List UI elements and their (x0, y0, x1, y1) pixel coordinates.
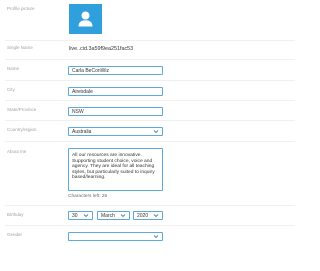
divider (5, 225, 295, 226)
birthday-year-value: 2020 (137, 213, 149, 219)
divider (5, 80, 295, 81)
divider (5, 205, 295, 206)
divider (5, 100, 295, 101)
state-input[interactable]: NSW (68, 107, 163, 116)
country-label: Country/region (7, 127, 37, 132)
about-textarea[interactable]: All our resources are innovative. Suppor… (68, 148, 163, 191)
profile-picture[interactable] (69, 4, 102, 34)
chevron-down-icon (153, 130, 159, 134)
city-input[interactable]: Airesdale (68, 87, 163, 96)
divider (5, 59, 295, 60)
chevron-down-icon (153, 214, 159, 218)
chevron-down-icon (83, 214, 89, 218)
birthday-month-value: March (101, 213, 115, 219)
divider (5, 40, 295, 41)
birthday-day-value: 30 (72, 213, 78, 219)
single-name-label: Single Name (7, 45, 33, 50)
birthday-month-select[interactable]: March (97, 211, 130, 220)
user-silhouette-icon (78, 11, 93, 27)
gender-select[interactable] (68, 232, 163, 241)
name-label: Name (7, 66, 20, 71)
characters-left: Characters left: 26 (68, 194, 108, 199)
about-label: About me (7, 149, 27, 154)
country-value: Australia (72, 129, 92, 135)
state-label: State/Province (7, 107, 37, 112)
birthday-year-select[interactable]: 2020 (133, 211, 163, 220)
gender-label: Gender (7, 232, 23, 237)
single-name-value: live..cid.3a59f9ea251fac53 (69, 46, 134, 52)
birthday-day-select[interactable]: 30 (68, 211, 93, 220)
city-label: City (7, 87, 15, 92)
chevron-down-icon (120, 214, 126, 218)
chevron-down-icon (153, 235, 159, 239)
divider (5, 141, 295, 142)
country-select[interactable]: Australia (68, 127, 163, 136)
name-input[interactable]: Carla BeConWiz (68, 66, 163, 75)
birthday-label: Birthday (7, 212, 24, 217)
profile-picture-label: Profile picture (7, 6, 35, 11)
divider (5, 120, 295, 121)
